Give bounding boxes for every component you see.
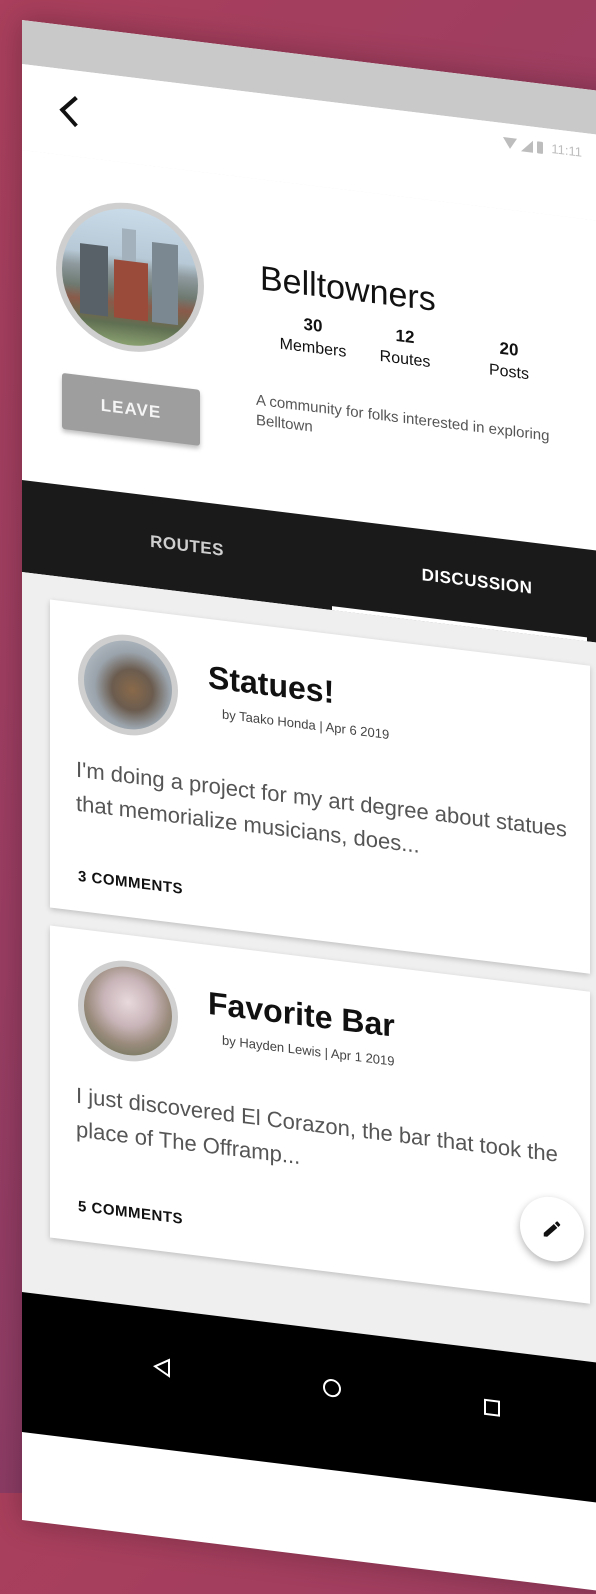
group-name: Belltowners xyxy=(260,259,436,319)
post-card[interactable]: Favorite Bar by Hayden Lewis | Apr 1 201… xyxy=(50,925,590,1304)
triangle-back-icon xyxy=(152,1358,170,1378)
stat-routes-label: Routes xyxy=(379,347,431,372)
discussion-feed: Statues! by Taako Honda | Apr 6 2019 I'm… xyxy=(22,572,596,1366)
circle-home-icon xyxy=(323,1378,341,1398)
stat-routes: 12 Routes xyxy=(370,323,440,374)
stat-posts: 20 Posts xyxy=(474,335,544,386)
nav-home-button[interactable] xyxy=(302,1354,362,1421)
post-excerpt: I'm doing a project for my art degree ab… xyxy=(76,756,567,858)
post-byline: by Taako Honda | Apr 6 2019 xyxy=(222,706,390,743)
group-avatar-image xyxy=(62,200,198,354)
stat-posts-label: Posts xyxy=(488,361,529,384)
post-card[interactable]: Statues! by Taako Honda | Apr 6 2019 I'm… xyxy=(50,599,590,974)
post-excerpt: I just discovered El Corazon, the bar th… xyxy=(76,1082,558,1170)
wifi-icon xyxy=(503,137,518,150)
leave-button[interactable]: LEAVE xyxy=(62,372,200,446)
pencil-icon xyxy=(543,1221,561,1237)
nav-back-button[interactable] xyxy=(132,1334,192,1401)
comments-link[interactable]: 5 COMMENTS xyxy=(78,1198,183,1228)
post-author-avatar xyxy=(78,628,178,742)
comments-link[interactable]: 3 COMMENTS xyxy=(78,868,183,898)
stat-members: 30 Members xyxy=(268,310,358,363)
battery-icon xyxy=(537,140,544,154)
post-title: Statues! xyxy=(208,658,335,711)
square-recents-icon xyxy=(484,1398,500,1417)
group-avatar xyxy=(56,194,204,361)
phone-screen: 11:11 LEAVE Belltowners 30 Members 12 Ro… xyxy=(22,20,596,1594)
nav-recents-button[interactable] xyxy=(462,1374,522,1441)
back-arrow-icon[interactable] xyxy=(59,95,91,128)
post-author-avatar xyxy=(78,954,178,1068)
signal-icon xyxy=(521,138,534,153)
